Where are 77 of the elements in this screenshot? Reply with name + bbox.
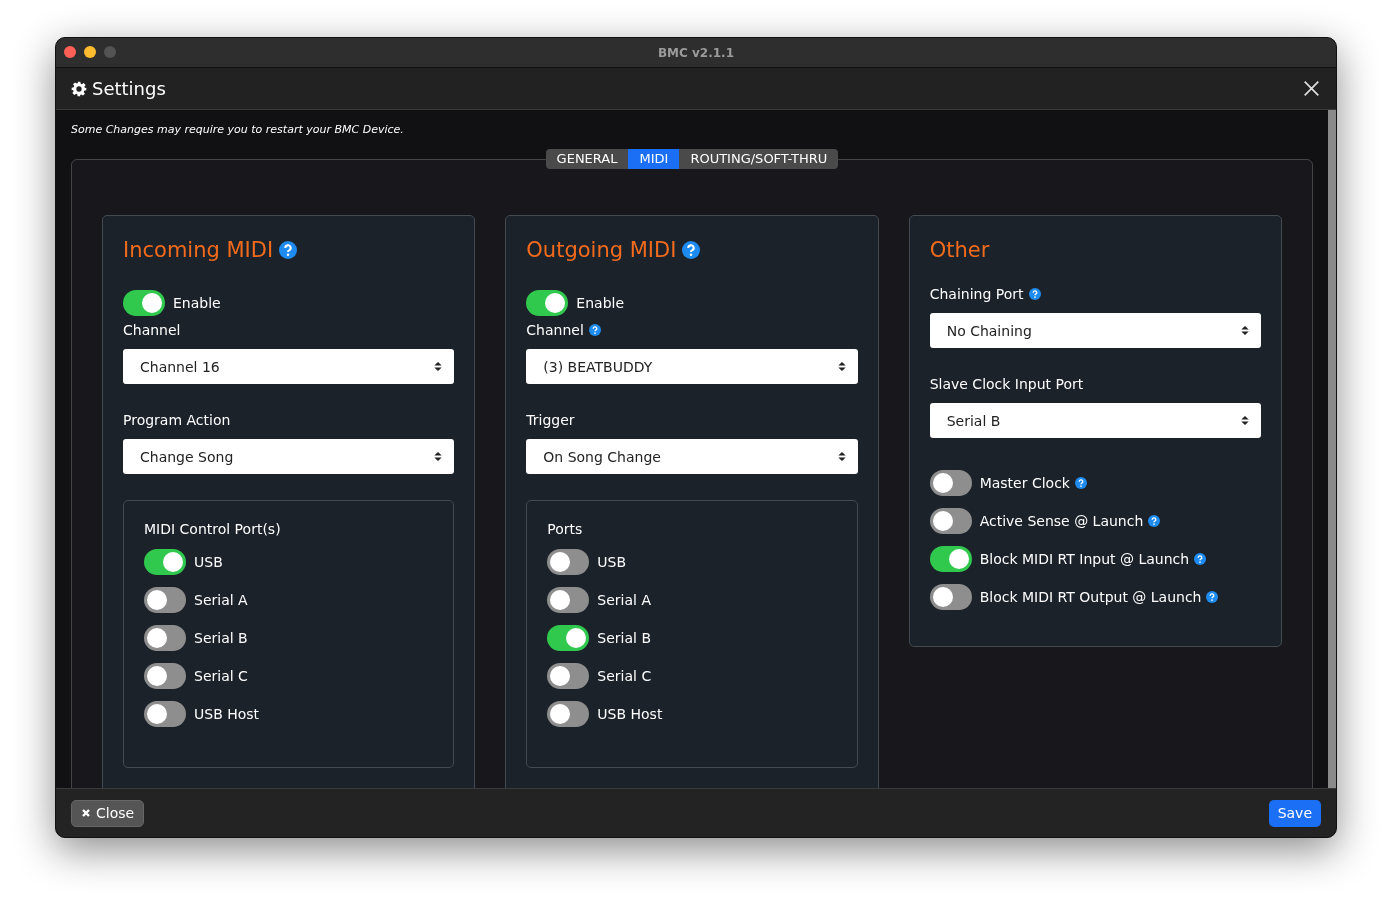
close-window-button[interactable] [64,46,76,58]
close-button[interactable]: Close [71,799,145,827]
scrollbar[interactable] [1328,110,1336,788]
sort-caret-icon [1241,415,1249,426]
toggle-label: Block MIDI RT Input @ Launch [979,551,1190,567]
toggle-switch[interactable] [144,663,186,689]
toggle-switch[interactable] [123,290,165,316]
help-icon[interactable] [1206,591,1219,603]
minimize-window-button[interactable] [84,46,96,58]
toggle-switch[interactable] [929,546,972,572]
toggle-label: Master Clock [979,475,1070,491]
notice-text: Some Changes may require you to restart your BMC Device. [71,123,405,138]
help-icon[interactable] [279,241,298,259]
help-icon[interactable] [1028,288,1041,300]
dialog-title: Settings [92,78,166,99]
toggle-label: Enable [173,295,221,311]
settings-icon [71,80,87,97]
toggle-label: Serial A [597,592,651,608]
card-title: Incoming MIDI [123,238,274,262]
tab[interactable]: ROUTING/SOFT-THRU [679,149,839,169]
toggle-label: Serial A [194,592,248,608]
toggle-switch[interactable] [144,587,186,613]
help-icon[interactable] [1074,477,1087,489]
help-icon[interactable] [588,324,601,336]
toggle-label: Active Sense @ Launch [979,513,1144,529]
help-icon[interactable] [682,241,701,259]
toggle-switch[interactable] [929,470,972,496]
toggle-label: USB Host [194,706,260,722]
toggle-switch[interactable] [929,508,972,534]
toggle-switch[interactable] [144,549,186,575]
toggle-label: USB [597,554,627,570]
toggle-label: Serial C [194,668,248,684]
select-field[interactable]: No Chaining [929,313,1261,348]
toggle-label: Enable [576,295,624,311]
select-field[interactable]: On Song Change [526,439,858,474]
tab[interactable]: MIDI [628,149,680,169]
select-field[interactable]: (3) BEATBUDDY [526,349,858,384]
field-label: Program Action [123,412,231,428]
sort-caret-icon [434,361,443,372]
group-title: MIDI Control Port(s) [144,521,282,537]
toggle-switch[interactable] [547,701,590,727]
sort-caret-icon [434,451,443,462]
sort-caret-icon [837,451,846,462]
toggle-switch[interactable] [526,290,569,316]
toggle-label: Serial B [597,630,651,646]
toggle-switch[interactable] [547,549,590,575]
toggle-label: Serial C [597,668,652,684]
toggle-switch[interactable] [144,701,186,727]
toggle-switch[interactable] [547,587,590,613]
card-title: Outgoing MIDI [526,238,677,262]
help-icon[interactable] [1194,553,1207,565]
toggle-switch[interactable] [929,584,972,610]
field-label: Slave Clock Input Port [929,376,1084,392]
toggle-label: USB [194,554,223,570]
select-field[interactable]: Serial B [929,403,1261,438]
field-label: Trigger [526,412,575,428]
select-field[interactable]: Change Song [123,439,455,474]
close-icon [81,808,91,818]
select-field[interactable]: Channel 16 [123,349,455,384]
help-icon[interactable] [1148,515,1161,527]
toggle-label: Serial B [194,630,248,646]
sort-caret-icon [1241,325,1249,336]
field-label: Chaining Port [929,286,1024,302]
save-button[interactable]: Save [1268,799,1321,827]
close-icon[interactable] [1303,80,1320,97]
tab[interactable]: GENERAL [545,149,629,169]
toggle-label: Block MIDI RT Output @ Launch [979,589,1202,605]
card-title: Other [929,238,990,262]
window-title: BMC v2.1.1 [657,45,735,60]
group-title: Ports [547,521,584,537]
toggle-switch[interactable] [144,625,186,651]
field-label: Channel [123,322,181,338]
toggle-switch[interactable] [547,625,590,651]
toggle-label: USB Host [597,706,663,722]
field-label: Channel [526,322,584,338]
toggle-switch[interactable] [547,663,590,689]
sort-caret-icon [837,361,846,372]
